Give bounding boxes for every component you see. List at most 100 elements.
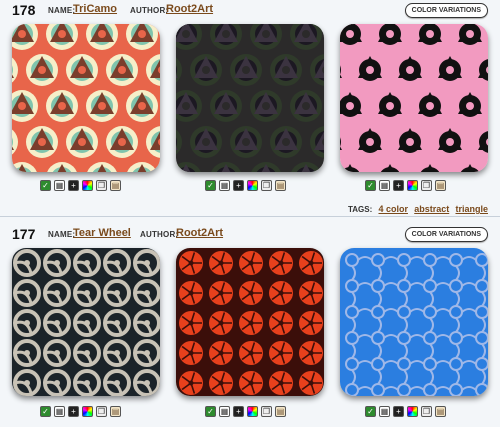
- pattern-tile[interactable]: [12, 24, 160, 172]
- pattern-motif: [269, 281, 293, 305]
- pattern-name-link[interactable]: Tear Wheel: [73, 227, 131, 239]
- palette-icon[interactable]: ▤: [435, 180, 446, 191]
- tile-toolbar: ✓ ▦ + ❐ ▤: [40, 406, 121, 418]
- name-label: NAME:: [48, 230, 76, 239]
- copy-icon[interactable]: ❐: [421, 180, 432, 191]
- author-label: AUTHOR:: [130, 6, 169, 15]
- entry-number: 177: [12, 226, 36, 242]
- palette-icon[interactable]: ▤: [275, 180, 286, 191]
- pattern-motif: [179, 371, 203, 395]
- pattern-tile[interactable]: [176, 248, 324, 396]
- pattern-motif: [299, 251, 323, 275]
- pattern-motif: [126, 90, 158, 122]
- plus-icon[interactable]: +: [233, 406, 244, 417]
- tags-label: TAGS:: [347, 205, 373, 214]
- color-variations-button[interactable]: COLOR VARIATIONS: [404, 3, 488, 18]
- pattern-tile[interactable]: [340, 24, 488, 172]
- plus-icon[interactable]: +: [393, 180, 404, 191]
- rgb-icon[interactable]: [407, 180, 418, 191]
- rgb-icon[interactable]: [247, 180, 258, 191]
- pattern-motif: [190, 54, 222, 86]
- pattern-motif: [269, 341, 293, 365]
- tags-row: TAGS: 4 color abstract triangle: [348, 204, 488, 214]
- pattern-motif: [179, 311, 203, 335]
- rgb-icon[interactable]: [82, 406, 93, 417]
- plus-icon[interactable]: +: [233, 180, 244, 191]
- pattern-motif: [454, 90, 486, 122]
- tile-toolbar: ✓ ▦ + ❐ ▤: [205, 180, 286, 192]
- tag-link[interactable]: abstract: [414, 204, 449, 214]
- pattern-motif: [239, 281, 263, 305]
- copy-icon[interactable]: ❐: [421, 406, 432, 417]
- pattern-motif: [269, 251, 293, 275]
- pattern-motif: [66, 126, 98, 158]
- pattern-motif: [434, 126, 466, 158]
- download-icon[interactable]: ✓: [40, 180, 51, 191]
- pattern-motif: [354, 54, 386, 86]
- tag-link[interactable]: 4 color: [378, 204, 408, 214]
- grid-icon[interactable]: ▦: [219, 180, 230, 191]
- download-icon[interactable]: ✓: [365, 406, 376, 417]
- pattern-motif: [209, 371, 233, 395]
- copy-icon[interactable]: ❐: [261, 180, 272, 191]
- entry-header: 178 NAME: TriCamo AUTHOR: Root2Art COLOR…: [0, 2, 500, 22]
- pattern-motif: [239, 341, 263, 365]
- pattern-entry-177: 177 NAME: Tear Wheel AUTHOR: Root2Art CO…: [0, 224, 500, 427]
- author-link[interactable]: Root2Art: [166, 3, 213, 15]
- pattern-motif: [299, 311, 323, 335]
- grid-icon[interactable]: ▦: [379, 406, 390, 417]
- entry-number: 178: [12, 2, 36, 18]
- download-icon[interactable]: ✓: [205, 406, 216, 417]
- author-link[interactable]: Root2Art: [176, 227, 223, 239]
- pattern-motif: [26, 54, 58, 86]
- copy-icon[interactable]: ❐: [96, 406, 107, 417]
- pattern-tile[interactable]: [340, 248, 488, 396]
- copy-icon[interactable]: ❐: [96, 180, 107, 191]
- pattern-motif: [179, 251, 203, 275]
- grid-icon[interactable]: ▦: [54, 180, 65, 191]
- palette-icon[interactable]: ▤: [275, 406, 286, 417]
- copy-icon[interactable]: ❐: [261, 406, 272, 417]
- tag-link[interactable]: triangle: [455, 204, 488, 214]
- pattern-motif: [394, 126, 426, 158]
- pattern-motif: [269, 311, 293, 335]
- grid-icon[interactable]: ▦: [219, 406, 230, 417]
- pattern-motif: [230, 54, 262, 86]
- color-variations-button[interactable]: COLOR VARIATIONS: [404, 227, 488, 242]
- pattern-motif: [209, 311, 233, 335]
- entry-header: 177 NAME: Tear Wheel AUTHOR: Root2Art CO…: [0, 226, 500, 246]
- grid-icon[interactable]: ▦: [54, 406, 65, 417]
- download-icon[interactable]: ✓: [205, 180, 216, 191]
- pattern-motif: [290, 90, 322, 122]
- pattern-motif: [250, 90, 282, 122]
- download-icon[interactable]: ✓: [40, 406, 51, 417]
- pattern-motif: [354, 126, 386, 158]
- pattern-motif: [209, 341, 233, 365]
- plus-icon[interactable]: +: [68, 180, 79, 191]
- pattern-entry-178: 178 NAME: TriCamo AUTHOR: Root2Art COLOR…: [0, 0, 500, 216]
- tile-toolbar: ✓ ▦ + ❐ ▤: [365, 406, 446, 418]
- pattern-motif: [299, 341, 323, 365]
- rgb-icon[interactable]: [247, 406, 258, 417]
- palette-icon[interactable]: ▤: [110, 406, 121, 417]
- pattern-motif: [414, 90, 446, 122]
- grid-icon[interactable]: ▦: [379, 180, 390, 191]
- pattern-name-link[interactable]: TriCamo: [73, 3, 117, 15]
- palette-icon[interactable]: ▤: [110, 180, 121, 191]
- pattern-motif: [66, 54, 98, 86]
- pattern-motif: [209, 281, 233, 305]
- pattern-tile[interactable]: [12, 248, 160, 396]
- pattern-motif: [179, 281, 203, 305]
- pattern-motif: [374, 90, 406, 122]
- rgb-icon[interactable]: [82, 180, 93, 191]
- download-icon[interactable]: ✓: [365, 180, 376, 191]
- pattern-motif: [299, 371, 323, 395]
- pattern-motif: [209, 251, 233, 275]
- pattern-tile[interactable]: [176, 24, 324, 172]
- pattern-motif: [179, 341, 203, 365]
- plus-icon[interactable]: +: [68, 406, 79, 417]
- plus-icon[interactable]: +: [393, 406, 404, 417]
- rgb-icon[interactable]: [407, 406, 418, 417]
- tile-toolbar: ✓ ▦ + ❐ ▤: [365, 180, 446, 192]
- palette-icon[interactable]: ▤: [435, 406, 446, 417]
